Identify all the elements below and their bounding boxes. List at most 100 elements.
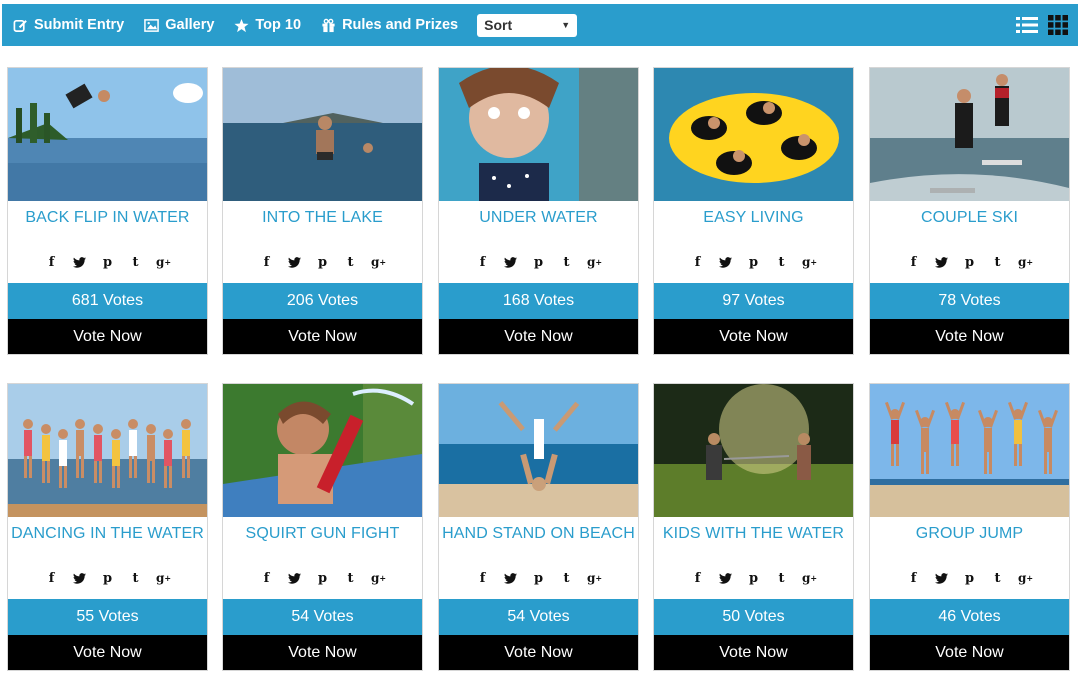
facebook-icon[interactable]: f — [907, 254, 921, 270]
entry-title[interactable]: DANCING IN THE WATER — [8, 525, 207, 543]
beach-group-jump-photo[interactable] — [870, 384, 1069, 517]
vote-now-button[interactable]: Vote Now — [223, 635, 422, 670]
google-plus-icon[interactable]: g + — [802, 570, 817, 586]
pinterest-icon[interactable]: p — [747, 254, 761, 270]
google-plus-icon[interactable]: g + — [1018, 254, 1033, 270]
pinterest-icon[interactable]: p — [532, 254, 546, 270]
sprinkler-kids-photo[interactable] — [654, 384, 853, 517]
sky-lake-flip-photo[interactable] — [8, 68, 207, 201]
google-plus-icon[interactable]: g + — [371, 570, 386, 586]
squirt-gun-photo[interactable] — [223, 384, 422, 517]
entry-card: DANCING IN THE WATER f p t g + 55 Votes V… — [7, 383, 208, 671]
vote-count: 46 Votes — [870, 599, 1069, 635]
facebook-icon[interactable]: f — [476, 570, 490, 586]
google-plus-icon[interactable]: g + — [587, 570, 602, 586]
vote-now-button[interactable]: Vote Now — [654, 635, 853, 670]
tumblr-icon[interactable]: t — [991, 254, 1005, 270]
tumblr-icon[interactable]: t — [775, 254, 789, 270]
entry-title[interactable]: COUPLE SKI — [870, 209, 1069, 227]
twitter-icon[interactable] — [719, 570, 733, 586]
facebook-icon[interactable]: f — [260, 254, 274, 270]
facebook-icon[interactable]: f — [691, 570, 705, 586]
share-icons: f p t g + — [870, 570, 1069, 586]
entry-title[interactable]: UNDER WATER — [439, 209, 638, 227]
share-icons: f p t g + — [870, 254, 1069, 270]
twitter-icon[interactable] — [935, 254, 949, 270]
google-plus-icon[interactable]: g + — [802, 254, 817, 270]
sort-dropdown[interactable]: Sort ▼ — [477, 13, 578, 37]
pinterest-icon[interactable]: p — [316, 254, 330, 270]
tumblr-icon[interactable]: t — [344, 570, 358, 586]
vote-count: 168 Votes — [439, 283, 638, 319]
vote-now-button[interactable]: Vote Now — [223, 319, 422, 354]
google-plus-icon[interactable]: g + — [587, 254, 602, 270]
google-plus-icon[interactable]: g + — [1018, 570, 1033, 586]
entry-title[interactable]: KIDS WITH THE WATER — [654, 525, 853, 543]
gallery-link[interactable]: Gallery — [143, 17, 214, 33]
top-toolbar: Submit Entry Gallery Top 10 Rules and Pr… — [2, 4, 1078, 46]
twitter-icon[interactable] — [504, 254, 518, 270]
twitter-icon[interactable] — [73, 254, 87, 270]
twitter-icon[interactable] — [719, 254, 733, 270]
facebook-icon[interactable]: f — [45, 570, 59, 586]
lake-jump-photo[interactable] — [223, 68, 422, 201]
twitter-icon[interactable] — [73, 570, 87, 586]
entry-card: KIDS WITH THE WATER f p t g + 50 Votes Vo… — [653, 383, 854, 671]
vote-now-button[interactable]: Vote Now — [439, 635, 638, 670]
twitter-icon[interactable] — [935, 570, 949, 586]
beach-handstand-photo[interactable] — [439, 384, 638, 517]
vote-count: 206 Votes — [223, 283, 422, 319]
pinterest-icon[interactable]: p — [316, 570, 330, 586]
google-plus-icon[interactable]: g + — [156, 254, 171, 270]
pinterest-icon[interactable]: p — [532, 570, 546, 586]
share-icons: f p t g + — [654, 254, 853, 270]
twitter-icon[interactable] — [288, 254, 302, 270]
vote-now-button[interactable]: Vote Now — [8, 319, 207, 354]
submit-entry-link[interactable]: Submit Entry — [12, 17, 124, 33]
pinterest-icon[interactable]: p — [101, 570, 115, 586]
entry-title[interactable]: GROUP JUMP — [870, 525, 1069, 543]
entry-title[interactable]: HAND STAND ON BEACH — [439, 525, 638, 543]
facebook-icon[interactable]: f — [476, 254, 490, 270]
pinterest-icon[interactable]: p — [101, 254, 115, 270]
rules-prizes-link[interactable]: Rules and Prizes — [320, 17, 458, 33]
vote-now-button[interactable]: Vote Now — [439, 319, 638, 354]
twitter-icon[interactable] — [288, 570, 302, 586]
underwater-girl-photo[interactable] — [439, 68, 638, 201]
grid-view-icon[interactable] — [1048, 15, 1068, 35]
vote-now-button[interactable]: Vote Now — [870, 319, 1069, 354]
entry-title[interactable]: SQUIRT GUN FIGHT — [223, 525, 422, 543]
list-view-icon[interactable] — [1016, 16, 1038, 34]
tumblr-icon[interactable]: t — [344, 254, 358, 270]
vote-now-button[interactable]: Vote Now — [8, 635, 207, 670]
vote-now-button[interactable]: Vote Now — [654, 319, 853, 354]
pinterest-icon[interactable]: p — [963, 254, 977, 270]
entry-title[interactable]: INTO THE LAKE — [223, 209, 422, 227]
facebook-icon[interactable]: f — [45, 254, 59, 270]
pinterest-icon[interactable]: p — [963, 570, 977, 586]
top10-label: Top 10 — [255, 17, 302, 33]
tumblr-icon[interactable]: t — [560, 570, 574, 586]
facebook-icon[interactable]: f — [260, 570, 274, 586]
tumblr-icon[interactable]: t — [560, 254, 574, 270]
facebook-icon[interactable]: f — [691, 254, 705, 270]
tumblr-icon[interactable]: t — [129, 254, 143, 270]
gift-icon — [320, 17, 336, 33]
vote-now-button[interactable]: Vote Now — [870, 635, 1069, 670]
tumblr-icon[interactable]: t — [129, 570, 143, 586]
entry-title[interactable]: EASY LIVING — [654, 209, 853, 227]
group-dancing-photo[interactable] — [8, 384, 207, 517]
facebook-icon[interactable]: f — [907, 570, 921, 586]
twitter-icon[interactable] — [504, 570, 518, 586]
entry-title[interactable]: BACK FLIP IN WATER — [8, 209, 207, 227]
yellow-float-photo[interactable] — [654, 68, 853, 201]
sort-selected-value: Sort — [484, 17, 513, 33]
google-plus-icon[interactable]: g + — [371, 254, 386, 270]
pinterest-icon[interactable]: p — [747, 570, 761, 586]
top10-link[interactable]: Top 10 — [233, 17, 301, 33]
tumblr-icon[interactable]: t — [991, 570, 1005, 586]
google-plus-icon[interactable]: g + — [156, 570, 171, 586]
kitesurf-photo[interactable] — [870, 68, 1069, 201]
caret-down-icon: ▼ — [561, 20, 571, 30]
tumblr-icon[interactable]: t — [775, 570, 789, 586]
